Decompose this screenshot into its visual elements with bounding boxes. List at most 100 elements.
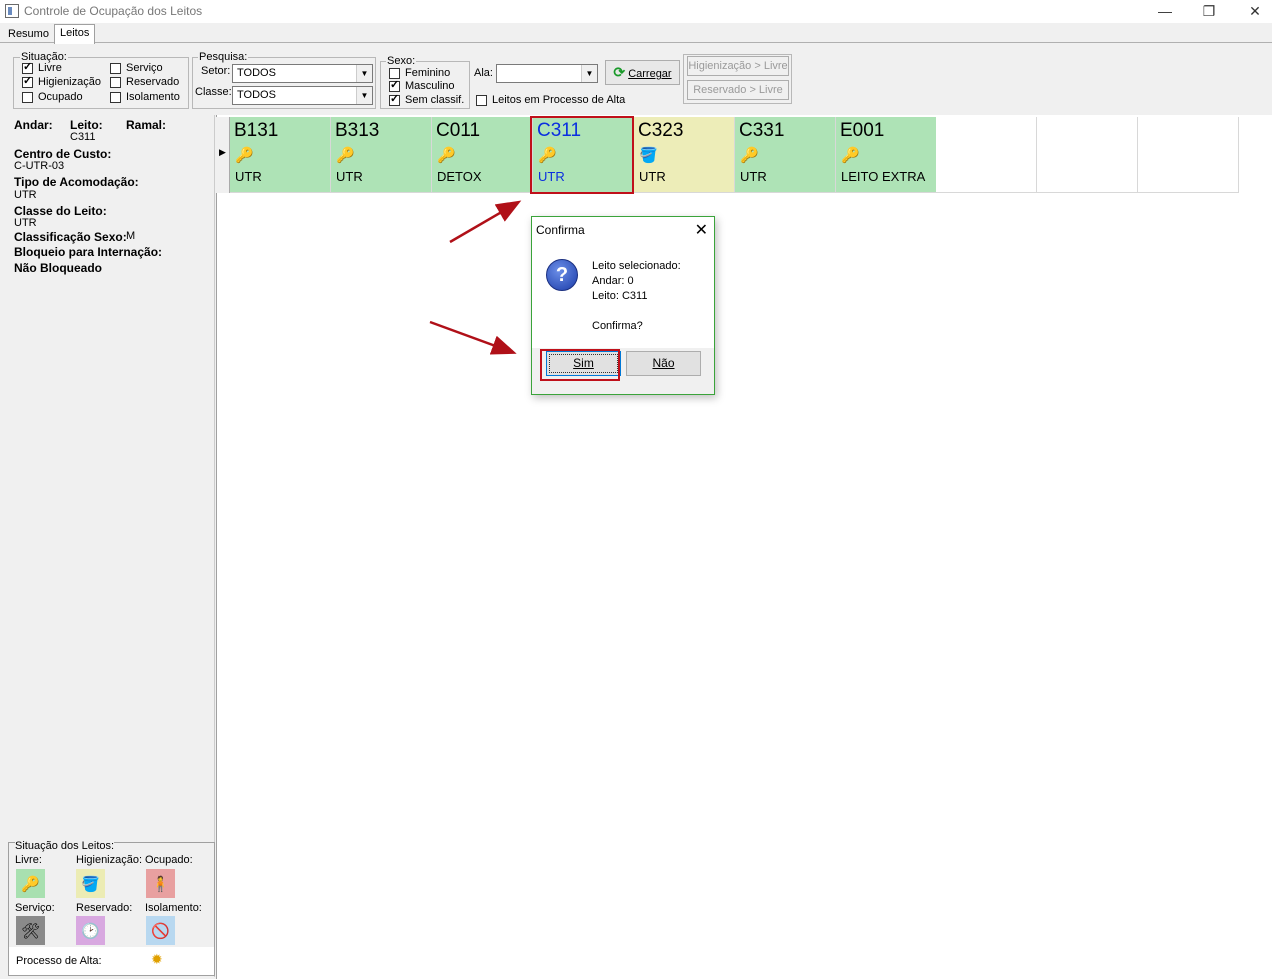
beds-grid — [216, 115, 1272, 979]
bucket-icon: 🪣 — [639, 147, 658, 164]
dialog-line-3: Leito: C311 — [592, 290, 648, 302]
legend-ocupado-label: Ocupado: — [145, 854, 193, 866]
classe-select[interactable]: TODOS ▼ — [232, 86, 373, 105]
legend-alta-row: Processo de Alta: ✹ — [9, 947, 214, 975]
pesquisa-group: Pesquisa: Setor: TODOS ▼ Classe: TODOS ▼ — [192, 51, 376, 109]
dialog-line-2: Andar: 0 — [592, 275, 634, 287]
legend-title: Situação dos Leitos: — [15, 840, 115, 852]
checkbox-feminino[interactable]: Feminino — [389, 67, 450, 79]
situacao-group: Situação: Livre Higienização Ocupado Ser… — [13, 51, 189, 109]
bed-code: E001 — [840, 120, 885, 141]
andar-label: Andar: — [14, 118, 53, 132]
ala-label: Ala: — [474, 67, 493, 79]
sexo-label: Sexo: — [386, 55, 417, 67]
centro-value: C-UTR-03 — [14, 160, 65, 172]
tab-resumo[interactable]: Resumo — [3, 26, 54, 44]
row-pointer-icon: ▶ — [219, 147, 226, 157]
checkbox-isolamento[interactable]: Isolamento — [110, 91, 180, 103]
key-person-icon: 🔑 — [235, 147, 254, 164]
isolation-icon: 🚫 — [146, 916, 175, 945]
dialog-line-4: Confirma? — [592, 320, 643, 332]
minimize-button[interactable]: — — [1142, 0, 1188, 23]
checkbox-higienizacao[interactable]: Higienização — [22, 75, 101, 88]
key-person-icon: 🔑 — [16, 869, 45, 898]
highlight-frame-sim — [540, 349, 620, 381]
refresh-icon: ⟳ — [613, 64, 626, 80]
reserved-icon: 🕑 — [76, 916, 105, 945]
legend-servico-label: Serviço: — [15, 902, 55, 914]
tab-bar: Resumo Leitos — [0, 23, 1272, 44]
bed-class: UTR — [235, 169, 262, 184]
bucket-icon: 🪣 — [76, 869, 105, 898]
bed-class: LEITO EXTRA — [841, 169, 926, 184]
tipo-label: Tipo de Acomodação: — [14, 175, 139, 189]
occupied-person-icon: 🧍 — [146, 869, 175, 898]
ramal-label: Ramal: — [126, 118, 167, 132]
classe-leito-value: UTR — [14, 217, 37, 229]
checkbox-servico[interactable]: Serviço — [110, 62, 163, 74]
legend-reservado-label: Reservado: — [76, 902, 133, 914]
reservado-livre-button[interactable]: Reservado > Livre — [687, 80, 789, 100]
dialog-close-icon[interactable]: ✕ — [695, 220, 708, 240]
bed-class: DETOX — [437, 169, 482, 184]
chevron-down-icon: ▼ — [356, 87, 372, 104]
checkbox-sem-classif[interactable]: Sem classif. — [389, 93, 464, 106]
pesquisa-label: Pesquisa: — [198, 51, 249, 63]
key-person-icon: 🔑 — [437, 147, 456, 164]
bed-cell-c331[interactable]: C331 🔑 UTR — [735, 117, 836, 193]
sun-icon: ✹ — [151, 951, 163, 967]
bed-class: UTR — [740, 169, 767, 184]
dialog-line-1: Leito selecionado: — [592, 260, 681, 272]
bed-cell-b313[interactable]: B313 🔑 UTR — [331, 117, 432, 193]
bed-code: C331 — [739, 120, 785, 141]
bed-code: C011 — [436, 120, 481, 141]
dialog-titlebar: Confirma ✕ — [532, 217, 714, 243]
sexo-label: Classificação Sexo: — [14, 230, 127, 244]
question-icon: ? — [546, 259, 578, 291]
leito-value: C311 — [70, 131, 96, 143]
empty-bed-cell — [1138, 117, 1239, 193]
bed-cell-e001[interactable]: E001 🔑 LEITO EXTRA — [836, 117, 937, 193]
checkbox-masculino[interactable]: Masculino — [389, 79, 455, 92]
window-title: Controle de Ocupação dos Leitos — [24, 4, 203, 18]
app-icon — [5, 4, 19, 18]
empty-bed-cell — [1037, 117, 1138, 193]
title-bar: Controle de Ocupação dos Leitos — ❐ ✕ — [0, 0, 1272, 23]
bed-cell-b131[interactable]: B131 🔑 UTR — [230, 117, 331, 193]
chevron-down-icon: ▼ — [356, 65, 372, 82]
bed-code: C323 — [638, 120, 684, 141]
legend-higienizacao-label: Higienização: — [76, 854, 143, 866]
checkbox-leitos-alta[interactable]: Leitos em Processo de Alta — [476, 94, 625, 106]
classe-leito-label: Classe do Leito: — [14, 204, 107, 218]
carregar-button[interactable]: ⟳ Carregar — [605, 60, 680, 85]
ala-select[interactable]: ▼ — [496, 64, 598, 83]
legend-group: Situação dos Leitos: Livre: Higienização… — [8, 840, 215, 976]
setor-label: Setor: — [201, 65, 231, 77]
bed-class: UTR — [336, 169, 363, 184]
key-person-icon: 🔑 — [336, 147, 355, 164]
tab-leitos[interactable]: Leitos — [54, 24, 96, 44]
leito-label: Leito: — [70, 118, 103, 132]
restore-button[interactable]: ❐ — [1186, 0, 1232, 23]
tools-icon: 🛠 — [16, 916, 45, 945]
setor-select[interactable]: TODOS ▼ — [232, 64, 373, 83]
sexo-group: Sexo: Feminino Masculino Sem classif. — [380, 55, 470, 109]
tipo-value: UTR — [14, 189, 37, 201]
dialog-body: ? Leito selecionado: Andar: 0 Leito: C31… — [532, 243, 714, 348]
key-person-icon: 🔑 — [841, 147, 860, 164]
centro-label: Centro de Custo: — [14, 147, 112, 161]
chevron-down-icon: ▼ — [581, 65, 597, 82]
close-button[interactable]: ✕ — [1232, 0, 1272, 23]
higienizacao-livre-button[interactable]: Higienização > Livre — [687, 56, 789, 76]
bed-cell-c323[interactable]: C323 🪣 UTR — [634, 117, 735, 193]
bloqueio-value: Não Bloqueado — [14, 261, 103, 275]
bloqueio-label: Bloqueio para Internação: — [14, 245, 163, 259]
nao-button[interactable]: Não — [626, 351, 701, 376]
bed-cell-c011[interactable]: C011 🔑 DETOX — [432, 117, 533, 193]
checkbox-reservado[interactable]: Reservado — [110, 76, 179, 88]
bed-code: B131 — [234, 120, 279, 141]
dialog-title: Confirma — [536, 223, 585, 237]
checkbox-livre[interactable]: Livre — [22, 61, 62, 74]
bed-class: UTR — [639, 169, 666, 184]
checkbox-ocupado[interactable]: Ocupado — [22, 91, 83, 103]
